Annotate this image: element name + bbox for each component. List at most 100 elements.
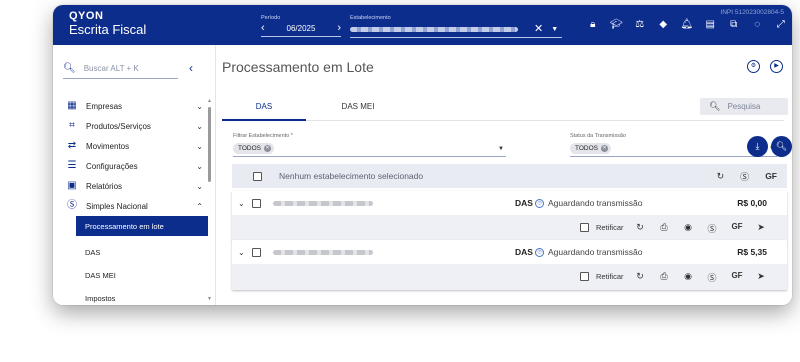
- sidebar-item-configuracoes[interactable]: ☰ Configurações ⌄: [53, 156, 216, 176]
- download-button[interactable]: ⤓: [747, 136, 768, 157]
- chevron-left-icon[interactable]: ‹: [261, 23, 265, 34]
- sidebar-item-empresas[interactable]: ▦ Empresas ⌄: [53, 96, 216, 116]
- refresh-icon[interactable]: ↻: [717, 171, 725, 182]
- sidebar-subitem-das[interactable]: DAS: [53, 242, 216, 262]
- value: R$ 0,00: [737, 198, 767, 208]
- collapse-sidebar-icon[interactable]: ‹: [189, 61, 193, 75]
- lock-icon[interactable]: 🔒︎: [581, 19, 605, 31]
- clock-icon: ◷: [535, 247, 544, 257]
- status-text: Aguardando transmissão: [548, 247, 643, 257]
- external-link-icon[interactable]: ⧉: [722, 19, 746, 31]
- status: ◷ Aguardando transmissão: [535, 247, 643, 257]
- caret-down-icon[interactable]: ▼: [498, 146, 504, 152]
- status-text: Aguardando transmissão: [548, 198, 643, 208]
- document-icon[interactable]: ▤: [699, 19, 723, 31]
- cube-icon[interactable]: ◆: [652, 19, 676, 31]
- filter-status-chip[interactable]: TODOS ✕: [570, 143, 611, 154]
- eye-icon[interactable]: ◉: [682, 222, 694, 233]
- tab-das[interactable]: DAS: [222, 94, 306, 121]
- row-checkbox[interactable]: [252, 198, 261, 208]
- retificar-checkbox[interactable]: Retificar: [580, 272, 624, 281]
- establishment-name-blurred: [273, 249, 373, 255]
- inpi-text: INPI 512023002804-5: [720, 9, 784, 16]
- establishment-name-blurred: [273, 200, 373, 206]
- sidebar-subitem-das-mei[interactable]: DAS MEI: [53, 265, 216, 285]
- building-icon: ▦: [67, 100, 77, 111]
- main-content: Processamento em Lote ⚙ ▶ DAS DAS MEI 🔍︎…: [216, 45, 792, 305]
- sidebar-item-label: Empresas: [86, 101, 123, 111]
- scale-icon[interactable]: ⚖︎: [628, 19, 652, 31]
- chip-remove-icon[interactable]: ✕: [264, 145, 271, 152]
- refresh-icon[interactable]: ↻: [634, 222, 646, 233]
- tab-das-mei[interactable]: DAS MEI: [316, 94, 400, 121]
- establishment-selector: Estabelecimento ✕ ▼: [350, 15, 562, 38]
- chip-label: TODOS: [575, 145, 598, 152]
- print-icon[interactable]: ⎙: [658, 222, 670, 233]
- checkbox[interactable]: [580, 223, 589, 232]
- period-label: Período: [261, 15, 281, 21]
- sidebar-item-relatorios[interactable]: ▣ Relatórios ⌄: [53, 176, 216, 196]
- chat-icon[interactable]: ◌: [746, 19, 770, 31]
- simples-icon[interactable]: Ⓢ: [706, 222, 718, 235]
- send-icon[interactable]: ➤: [755, 222, 767, 233]
- filter-status-field[interactable]: TODOS ✕ ▼: [570, 141, 777, 157]
- chevron-down-icon: ⌄: [196, 141, 203, 151]
- sidebar-item-movimentos[interactable]: ⇄ Movimentos ⌄: [53, 136, 216, 156]
- chevron-down-icon[interactable]: ⌄: [238, 248, 248, 257]
- period-value[interactable]: 06/2025: [287, 24, 316, 33]
- settings-clock-icon[interactable]: ⚙: [747, 60, 760, 73]
- send-icon[interactable]: ➤: [755, 271, 767, 282]
- brand-logo: QYON: [69, 10, 104, 22]
- search-input[interactable]: 🔍︎ Pesquisa: [700, 98, 788, 115]
- select-all-checkbox[interactable]: [253, 171, 262, 181]
- sidebar-search-placeholder: Buscar ALT + K: [83, 64, 139, 73]
- retificar-label: Retificar: [596, 223, 624, 232]
- chevron-up-icon: ⌃: [196, 201, 203, 211]
- search-icon: 🔍︎: [709, 101, 721, 111]
- simples-icon: Ⓢ: [67, 200, 77, 211]
- filter-estab-label: Filtrar Estabelecimento *: [233, 133, 293, 139]
- retificar-label: Retificar: [596, 272, 624, 281]
- top-bar: QYON Escrita Fiscal INPI 512023002804-5 …: [53, 5, 792, 45]
- chip-remove-icon[interactable]: ✕: [601, 145, 608, 152]
- establishment-value-blurred[interactable]: [350, 26, 518, 32]
- filter-estab-field[interactable]: TODOS ✕ ▼: [233, 141, 506, 157]
- sidebar-scrollbar[interactable]: [208, 107, 211, 182]
- clear-icon[interactable]: ✕: [534, 24, 543, 35]
- print-icon[interactable]: ⎙: [658, 271, 670, 282]
- app-window: QYON Escrita Fiscal INPI 512023002804-5 …: [53, 5, 792, 305]
- tax-type: DAS: [515, 247, 533, 257]
- sidebar-item-produtos[interactable]: ⌗ Produtos/Serviços ⌄: [53, 116, 216, 136]
- sidebar-search[interactable]: 🔍︎ Buscar ALT + K: [63, 59, 178, 79]
- filter-estab-chip[interactable]: TODOS ✕: [233, 143, 274, 154]
- simples-icon[interactable]: Ⓢ: [740, 170, 749, 183]
- gf-button[interactable]: GF: [730, 271, 744, 280]
- fullscreen-icon[interactable]: ⤢: [769, 19, 792, 31]
- top-icons: 🔒︎ 🎓︎ ⚖︎ ◆ 🔔︎ ▤ ⧉ ◌ ⤢: [581, 19, 792, 31]
- sidebar-subitem-processamento[interactable]: Processamento em lote: [76, 216, 208, 236]
- chevron-right-icon[interactable]: ›: [337, 23, 341, 34]
- eye-icon[interactable]: ◉: [682, 271, 694, 282]
- sidebar-item-label: Simples Nacional: [86, 201, 148, 211]
- chevron-down-icon[interactable]: ⌄: [238, 199, 248, 208]
- gf-button[interactable]: GF: [730, 222, 744, 231]
- sidebar-item-simples-nacional[interactable]: Ⓢ Simples Nacional ⌃: [53, 196, 216, 216]
- search-button[interactable]: 🔍︎: [771, 136, 792, 157]
- retificar-checkbox[interactable]: Retificar: [580, 223, 624, 232]
- scroll-up-arrow-icon[interactable]: ▲: [207, 98, 212, 104]
- products-icon: ⌗: [69, 120, 75, 131]
- chip-label: TODOS: [238, 145, 261, 152]
- gf-label[interactable]: GF: [765, 171, 777, 181]
- sidebar-subitem-impostos[interactable]: Impostos: [53, 288, 216, 305]
- checkbox[interactable]: [580, 272, 589, 281]
- row-checkbox[interactable]: [252, 247, 261, 257]
- period-underline: [261, 36, 341, 37]
- graduation-cap-icon[interactable]: 🎓︎: [605, 19, 629, 31]
- play-icon[interactable]: ▶: [770, 60, 783, 73]
- chevron-down-icon: ⌄: [196, 161, 203, 171]
- refresh-icon[interactable]: ↻: [634, 271, 646, 282]
- simples-icon[interactable]: Ⓢ: [706, 271, 718, 284]
- bell-icon[interactable]: 🔔︎: [675, 19, 699, 31]
- scroll-down-arrow-icon[interactable]: ▼: [207, 296, 212, 302]
- caret-down-icon[interactable]: ▼: [551, 26, 558, 33]
